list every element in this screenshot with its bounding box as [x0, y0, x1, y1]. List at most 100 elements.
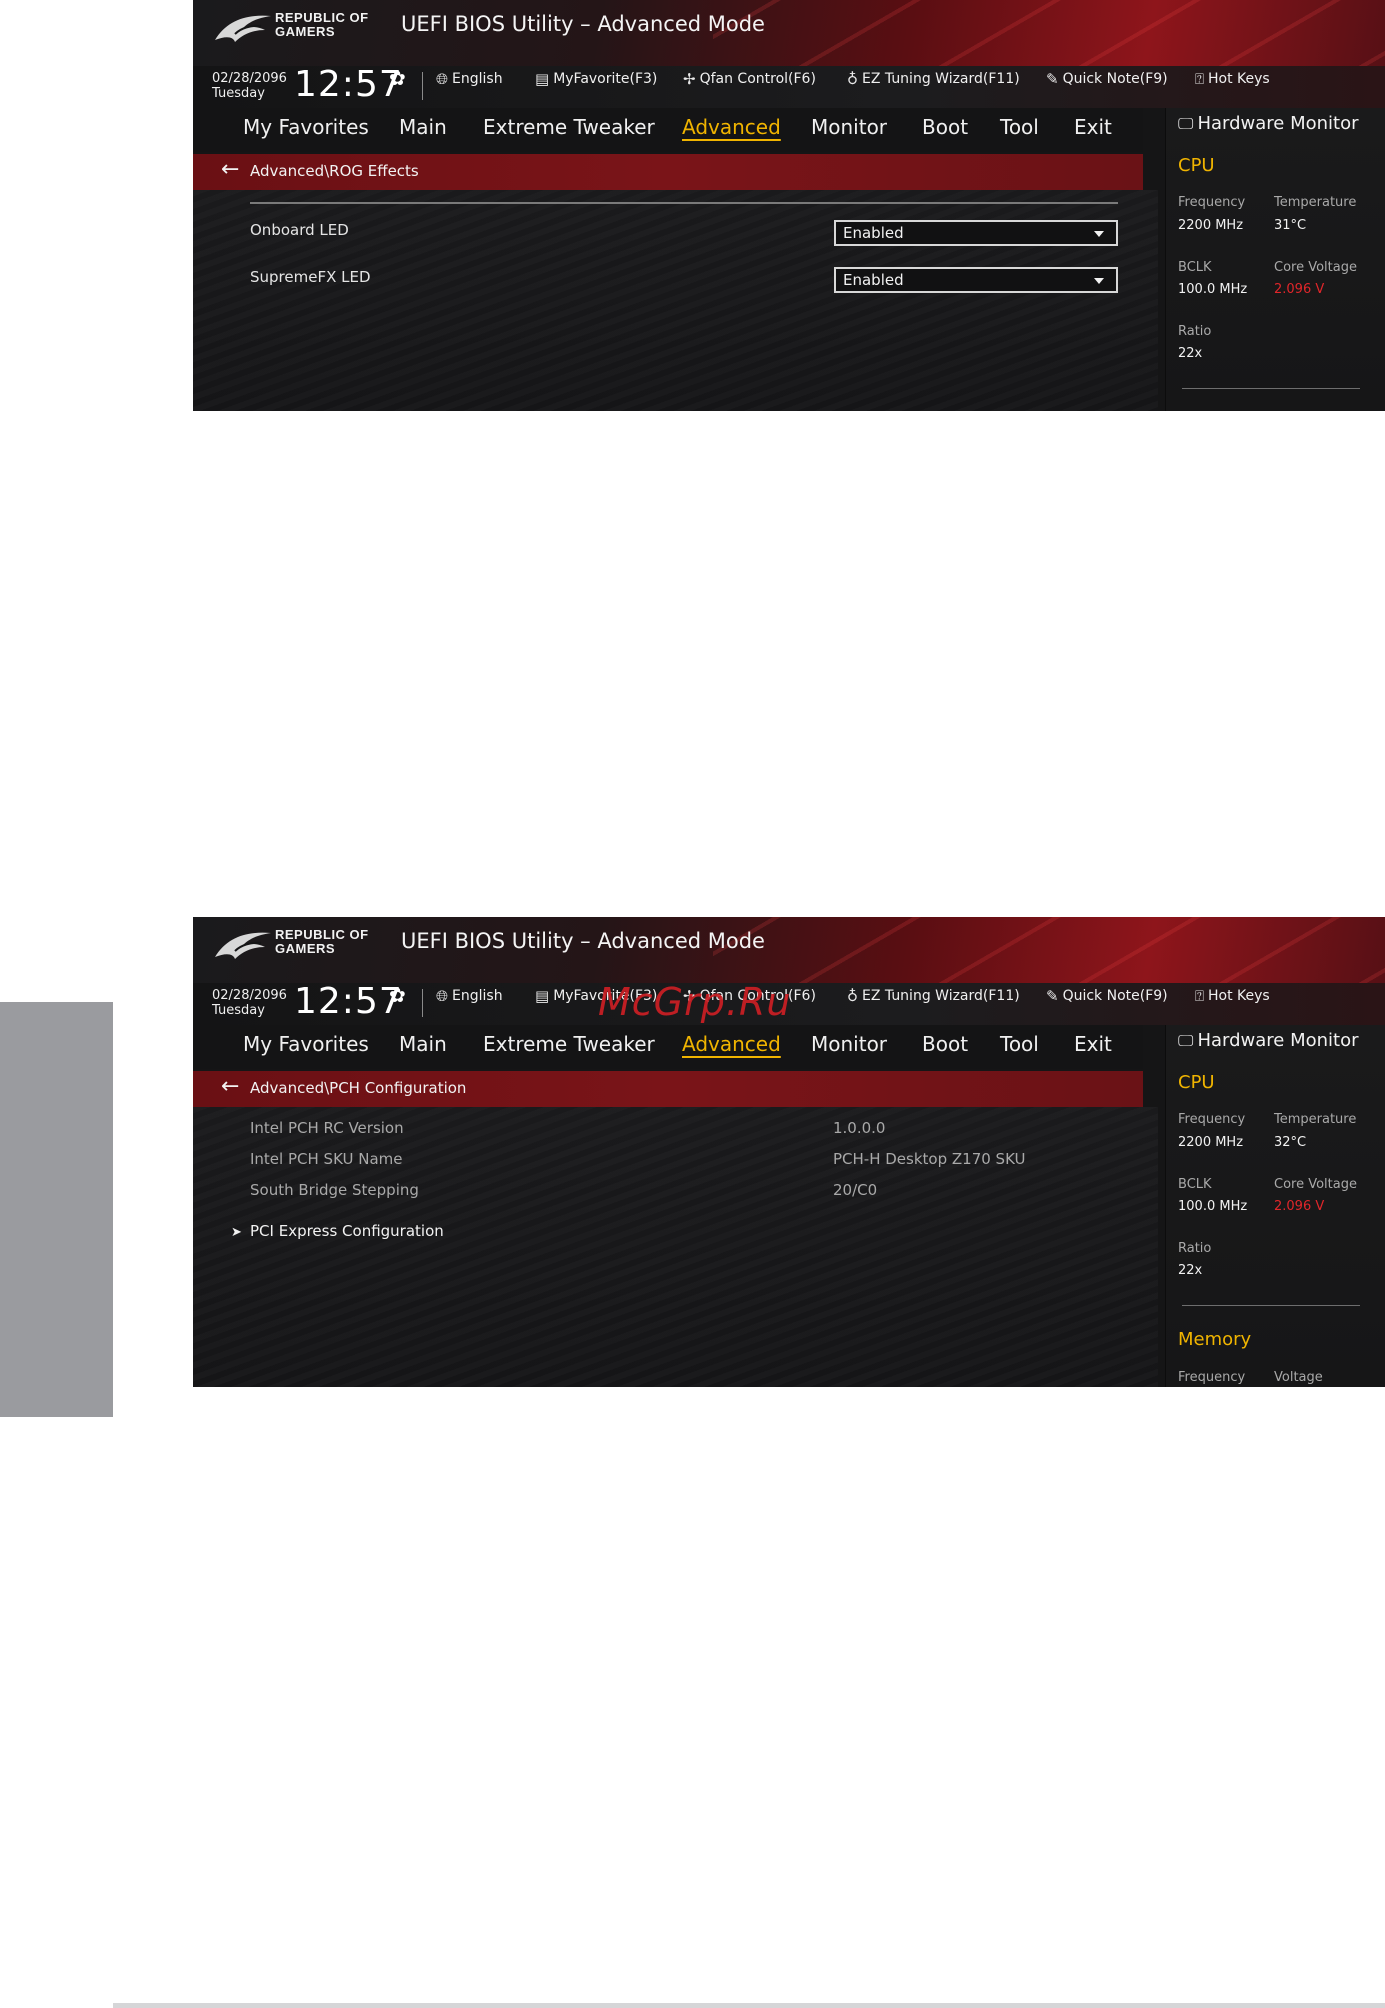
qfan-button[interactable]: ✢ Qfan Control(F6): [683, 70, 816, 88]
tab-exit[interactable]: Exit: [1074, 1032, 1112, 1056]
language-button[interactable]: 🌐︎ English: [436, 70, 503, 88]
cpu-frequency-label: Frequency: [1178, 1112, 1246, 1127]
tab-advanced[interactable]: Advanced: [682, 1032, 781, 1056]
main-nav: My Favorites Main Extreme Tweaker Advanc…: [193, 1025, 1143, 1069]
core-voltage-label: Core Voltage: [1274, 260, 1357, 275]
watermark: McGrp.Ru: [598, 980, 792, 1024]
time-display: 12:57: [294, 981, 403, 1022]
chevron-right-icon: ➤: [231, 1225, 242, 1240]
breadcrumb-path: Advanced\PCH Configuration: [250, 1079, 467, 1097]
tab-monitor[interactable]: Monitor: [811, 1032, 887, 1056]
tab-main[interactable]: Main: [399, 1032, 447, 1056]
south-bridge-stepping-label: South Bridge Stepping: [250, 1181, 419, 1199]
core-voltage-value: 2.096 V: [1274, 1199, 1325, 1214]
ez-tuning-label: EZ Tuning Wizard(F11): [862, 988, 1020, 1004]
tab-exit[interactable]: Exit: [1074, 115, 1112, 139]
favorite-list-icon: ▤: [535, 70, 550, 88]
ratio-value: 22x: [1178, 346, 1203, 361]
divider: [422, 989, 423, 1017]
cpu-temperature-value: 32°C: [1274, 1135, 1307, 1150]
back-arrow-icon[interactable]: ←: [221, 157, 239, 182]
tab-boot[interactable]: Boot: [922, 115, 968, 139]
supremefx-led-dropdown[interactable]: Enabled: [834, 267, 1118, 293]
settings-panel: Intel PCH RC Version 1.0.0.0 Intel PCH S…: [193, 1107, 1158, 1387]
quick-note-label: Quick Note(F9): [1062, 988, 1168, 1004]
quick-note-label: Quick Note(F9): [1062, 71, 1168, 87]
chevron-down-icon: [1094, 278, 1104, 284]
onboard-led-dropdown[interactable]: Enabled: [834, 220, 1118, 246]
tab-tool[interactable]: Tool: [1000, 1032, 1039, 1056]
back-arrow-icon[interactable]: ←: [221, 1074, 239, 1099]
divider: [1182, 1305, 1360, 1306]
breadcrumb-path: Advanced\ROG Effects: [250, 162, 419, 180]
title-bar: REPUBLIC OF GAMERS UEFI BIOS Utility – A…: [193, 917, 1385, 983]
chapter-tab: [0, 1002, 113, 1417]
pch-rc-version-value: 1.0.0.0: [833, 1119, 886, 1137]
pci-express-configuration-item[interactable]: ➤ PCI Express Configuration: [231, 1222, 444, 1240]
bclk-label: BCLK: [1178, 260, 1212, 275]
onboard-led-value: Enabled: [843, 224, 904, 242]
cpu-frequency-value: 2200 MHz: [1178, 1135, 1244, 1150]
cpu-temperature-label: Temperature: [1274, 1112, 1357, 1127]
rog-logo: REPUBLIC OF GAMERS: [213, 927, 393, 961]
onboard-led-label: Onboard LED: [250, 221, 349, 239]
cpu-section-title: CPU: [1178, 1072, 1215, 1093]
pch-sku-name-value: PCH-H Desktop Z170 SKU: [833, 1150, 1026, 1168]
monitor-icon: 🖵︎: [1178, 1031, 1194, 1050]
favorite-list-icon: ▤: [535, 987, 550, 1005]
help-icon: ⍰: [1195, 70, 1205, 88]
memory-voltage-label: Voltage: [1274, 1370, 1323, 1385]
memory-frequency-label: Frequency: [1178, 1370, 1246, 1385]
gear-icon[interactable]: ✿: [389, 66, 406, 90]
lightbulb-icon: ♁: [847, 987, 858, 1005]
language-label: English: [452, 988, 503, 1004]
day-text: Tuesday: [212, 1003, 265, 1018]
logo-line-1: REPUBLIC OF: [275, 927, 369, 942]
divider: [422, 72, 423, 100]
globe-icon: 🌐︎: [436, 987, 449, 1005]
myfavorite-button[interactable]: ▤ MyFavorite(F3): [535, 70, 657, 88]
day-text: Tuesday: [212, 86, 265, 101]
hot-keys-button[interactable]: ⍰ Hot Keys: [1195, 987, 1270, 1005]
pci-express-configuration-label: PCI Express Configuration: [250, 1222, 444, 1240]
date-display: 02/28/2096 Tuesday: [212, 71, 287, 101]
hardware-monitor-title: 🖵︎ Hardware Monitor: [1178, 1030, 1359, 1051]
pch-sku-name-label: Intel PCH SKU Name: [250, 1150, 403, 1168]
date-text: 02/28/2096: [212, 71, 287, 86]
tab-extreme-tweaker[interactable]: Extreme Tweaker: [483, 115, 655, 139]
tab-tool[interactable]: Tool: [1000, 115, 1039, 139]
ratio-value: 22x: [1178, 1263, 1203, 1278]
bclk-label: BCLK: [1178, 1177, 1212, 1192]
tab-my-favorites[interactable]: My Favorites: [243, 1032, 369, 1056]
hot-keys-button[interactable]: ⍰ Hot Keys: [1195, 70, 1270, 88]
gear-icon[interactable]: ✿: [389, 983, 406, 1007]
note-icon: ✎: [1046, 987, 1059, 1005]
core-voltage-label: Core Voltage: [1274, 1177, 1357, 1192]
monitor-icon: 🖵︎: [1178, 114, 1194, 133]
pch-rc-version-label: Intel PCH RC Version: [250, 1119, 404, 1137]
language-button[interactable]: 🌐︎ English: [436, 987, 503, 1005]
tab-extreme-tweaker[interactable]: Extreme Tweaker: [483, 1032, 655, 1056]
hardware-monitor-panel: 🖵︎ Hardware Monitor CPU Frequency 2200 MH…: [1165, 1025, 1385, 1387]
tab-my-favorites[interactable]: My Favorites: [243, 115, 369, 139]
quick-note-button[interactable]: ✎ Quick Note(F9): [1046, 987, 1168, 1005]
quick-note-button[interactable]: ✎ Quick Note(F9): [1046, 70, 1168, 88]
ez-tuning-button[interactable]: ♁ EZ Tuning Wizard(F11): [847, 70, 1020, 88]
tab-boot[interactable]: Boot: [922, 1032, 968, 1056]
breadcrumb: ← Advanced\ROG Effects: [193, 154, 1143, 190]
breadcrumb: ← Advanced\PCH Configuration: [193, 1071, 1143, 1107]
status-bar: 02/28/2096 Tuesday 12:57 ✿ 🌐︎ English ▤ …: [193, 64, 1385, 108]
tab-monitor[interactable]: Monitor: [811, 115, 887, 139]
logo-line-1: REPUBLIC OF: [275, 10, 369, 25]
rog-logo: REPUBLIC OF GAMERS: [213, 10, 393, 44]
chevron-down-icon: [1094, 231, 1104, 237]
cpu-temperature-label: Temperature: [1274, 195, 1357, 210]
tab-main[interactable]: Main: [399, 115, 447, 139]
date-display: 02/28/2096 Tuesday: [212, 988, 287, 1018]
ratio-label: Ratio: [1178, 324, 1212, 339]
tab-advanced[interactable]: Advanced: [682, 115, 781, 139]
app-title: UEFI BIOS Utility – Advanced Mode: [401, 929, 765, 953]
ez-tuning-button[interactable]: ♁ EZ Tuning Wizard(F11): [847, 987, 1020, 1005]
cpu-frequency-value: 2200 MHz: [1178, 218, 1244, 233]
supremefx-led-label: SupremeFX LED: [250, 268, 371, 286]
